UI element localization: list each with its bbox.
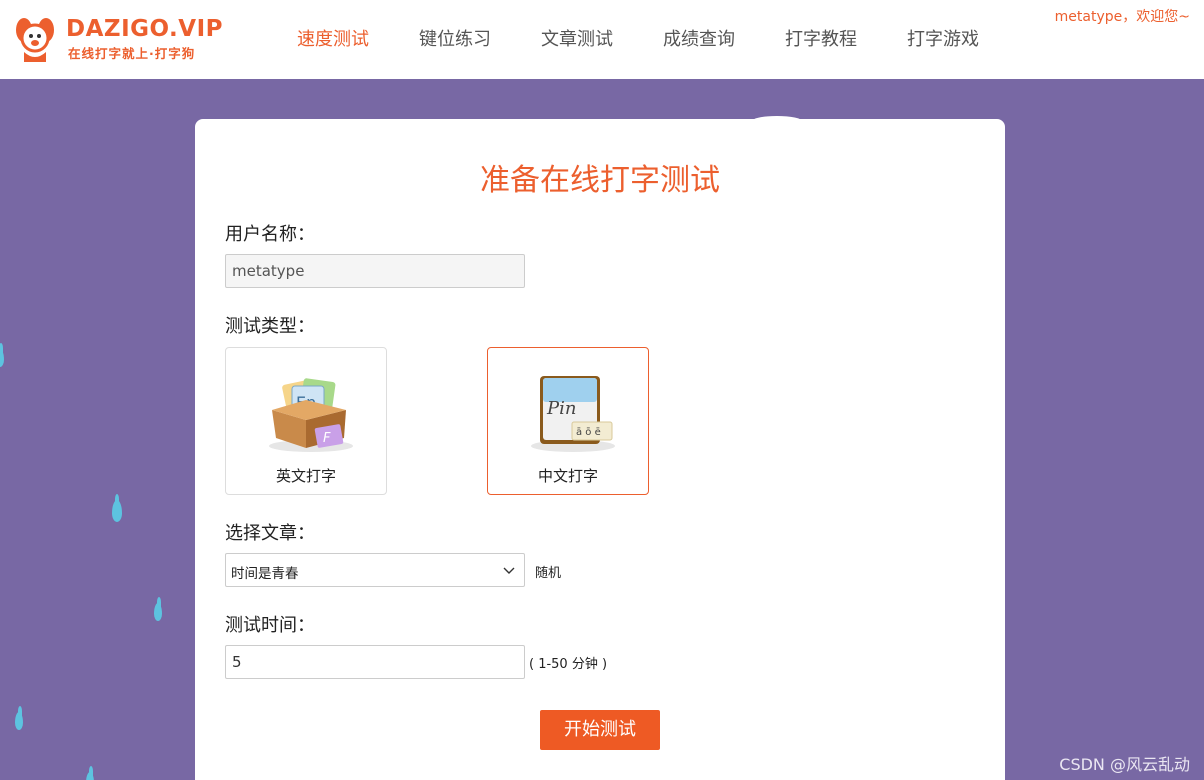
nav-key-practice[interactable]: 键位练习 xyxy=(394,0,516,79)
username-field[interactable] xyxy=(225,254,525,288)
test-type-label: 测试类型： xyxy=(225,316,315,337)
test-time-hint: ( 1-50 分钟 ) xyxy=(529,657,608,672)
chinese-typing-label: 中文打字 xyxy=(537,467,598,485)
svg-text:ā ō ē: ā ō ē xyxy=(576,427,601,438)
start-test-button[interactable]: 开始测试 xyxy=(540,710,660,750)
nav-typing-tutorial[interactable]: 打字教程 xyxy=(760,0,882,79)
test-time-field[interactable] xyxy=(225,645,525,679)
top-header: DAZIGO.VIP 在线打字就上·打字狗 速度测试 键位练习 文章测试 成绩查… xyxy=(0,0,1204,79)
nav-score-query[interactable]: 成绩查询 xyxy=(638,0,760,79)
random-article-link[interactable]: 随机 xyxy=(535,562,561,581)
logo-subtitle: 在线打字就上·打字狗 xyxy=(68,46,196,61)
english-typing-label: 英文打字 xyxy=(275,467,336,485)
article-selected-value: 时间是青春 xyxy=(231,566,299,582)
main-nav: 速度测试 键位练习 文章测试 成绩查询 打字教程 打字游戏 xyxy=(272,0,1004,79)
csdn-watermark: CSDN @风云乱动 xyxy=(1059,755,1190,774)
site-logo[interactable]: DAZIGO.VIP 在线打字就上·打字狗 xyxy=(8,12,223,68)
raindrop-decoration xyxy=(112,494,122,522)
form-title: 准备在线打字测试 xyxy=(480,163,720,198)
logo-title: DAZIGO.VIP xyxy=(66,16,224,42)
welcome-message[interactable]: metatype，欢迎您~ xyxy=(1055,6,1190,26)
english-typing-box-icon: En F xyxy=(269,378,353,452)
article-select[interactable]: 时间是青春 xyxy=(225,553,525,587)
pinyin-book-icon: Pin ā ō ē xyxy=(531,376,615,452)
raindrop-decoration xyxy=(0,343,4,367)
username-label: 用户名称： xyxy=(225,224,315,245)
nav-article-test[interactable]: 文章测试 xyxy=(516,0,638,79)
nav-typing-games[interactable]: 打字游戏 xyxy=(882,0,1004,79)
raindrop-decoration xyxy=(15,706,23,730)
article-label: 选择文章： xyxy=(225,523,315,544)
nav-speed-test[interactable]: 速度测试 xyxy=(272,0,394,79)
raindrop-decoration xyxy=(86,766,94,780)
english-typing-option[interactable]: En F 英文打字 xyxy=(225,347,387,495)
chinese-typing-option[interactable]: Pin ā ō ē 中文打字 xyxy=(487,347,649,495)
raindrop-decoration xyxy=(154,597,162,621)
chevron-down-icon xyxy=(503,567,515,574)
test-time-label: 测试时间： xyxy=(225,615,315,636)
svg-text:F: F xyxy=(323,431,331,446)
svg-text:Pin: Pin xyxy=(546,398,576,419)
dog-logo-icon xyxy=(16,18,54,62)
typing-test-form-card: 准备在线打字测试 用户名称： 测试类型： En F 英文打字 Pin ā ō ē xyxy=(195,119,1005,780)
